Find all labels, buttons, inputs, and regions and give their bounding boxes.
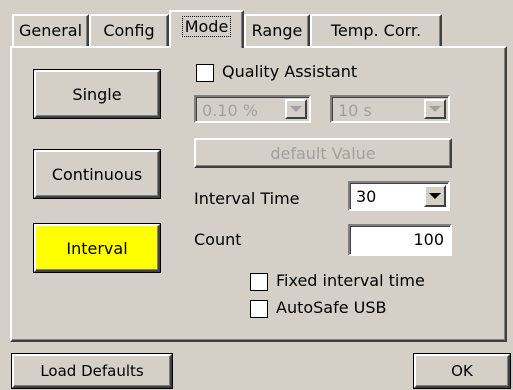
time-select[interactable]: 10 s [330, 95, 450, 123]
interval-time-label: Interval Time [194, 189, 300, 208]
interval-time-select[interactable]: 30 [348, 181, 450, 211]
quality-assistant-label: Quality Assistant [222, 62, 358, 81]
count-input[interactable]: 100 [348, 224, 452, 256]
tab-range-label: Range [251, 21, 303, 40]
default-value-button[interactable]: default Value [194, 138, 452, 168]
mode-panel: Single Continuous Interval Quality Assis… [10, 46, 507, 342]
tab-config-label: Config [103, 21, 155, 40]
tolerance-value: 0.10 % [202, 101, 258, 120]
ok-label: OK [451, 362, 473, 380]
single-mode-button[interactable]: Single [34, 70, 160, 118]
interval-mode-button[interactable]: Interval [34, 224, 160, 272]
continuous-mode-label: Continuous [51, 164, 143, 184]
load-defaults-label: Load Defaults [40, 362, 144, 380]
tab-config[interactable]: Config [89, 14, 169, 46]
time-value: 10 s [338, 101, 372, 120]
tab-mode[interactable]: Mode [169, 10, 244, 48]
tab-temp-corr-label: Temp. Corr. [330, 21, 422, 40]
default-value-label: default Value [270, 143, 376, 163]
fixed-interval-checkbox[interactable] [250, 273, 268, 291]
chevron-down-icon[interactable] [424, 99, 446, 119]
fixed-interval-label: Fixed interval time [276, 271, 425, 290]
load-defaults-button[interactable]: Load Defaults [12, 354, 172, 388]
tab-general-label: General [18, 21, 83, 40]
autosafe-usb-checkbox[interactable] [250, 300, 268, 318]
count-value: 100 [413, 230, 444, 249]
single-mode-label: Single [72, 84, 122, 104]
chevron-down-icon[interactable] [424, 185, 446, 207]
chevron-down-icon[interactable] [285, 99, 307, 119]
tab-general[interactable]: General [12, 14, 89, 46]
tolerance-select[interactable]: 0.10 % [194, 95, 311, 123]
tab-range[interactable]: Range [244, 14, 310, 46]
quality-assistant-checkbox[interactable] [196, 64, 214, 82]
autosafe-usb-label: AutoSafe USB [276, 298, 387, 317]
interval-time-value: 30 [356, 187, 377, 206]
continuous-mode-button[interactable]: Continuous [34, 150, 160, 198]
interval-mode-label: Interval [66, 238, 128, 258]
tab-temp-corr[interactable]: Temp. Corr. [310, 14, 442, 46]
tab-mode-label: Mode [181, 16, 232, 37]
ok-button[interactable]: OK [414, 354, 510, 388]
count-label: Count [194, 230, 242, 249]
